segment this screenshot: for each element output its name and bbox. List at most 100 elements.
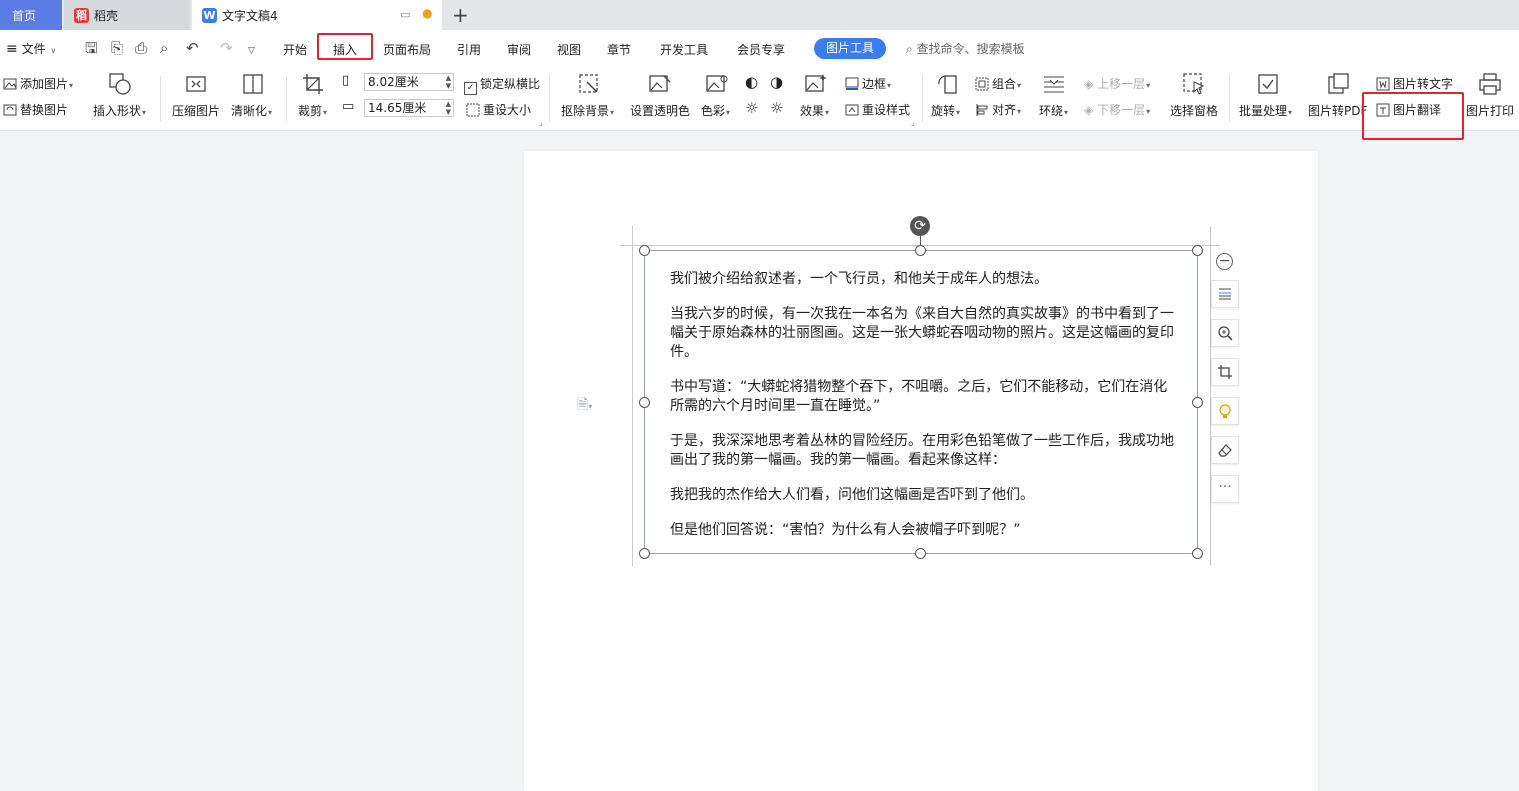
crop-icon[interactable]	[301, 72, 325, 96]
caret-icon: ▾	[1146, 107, 1151, 116]
menu-page-layout[interactable]: 页面布局	[383, 41, 431, 58]
bring-forward-button[interactable]: ◈ 上移一层▾	[1084, 75, 1150, 92]
eraser-button[interactable]	[1211, 436, 1239, 464]
menu-start[interactable]: 开始	[283, 41, 307, 58]
wrap-button[interactable]: 环绕▾	[1039, 102, 1068, 119]
resize-handle-bottom-right[interactable]	[1192, 548, 1203, 559]
caret-icon: ▾	[726, 108, 731, 117]
set-transparent-icon[interactable]	[648, 72, 672, 96]
menu-member[interactable]: 会员专享	[737, 41, 785, 58]
caret-icon: ▾	[142, 108, 147, 117]
tab-home[interactable]: 首页	[0, 0, 62, 30]
command-search[interactable]: ⌕ 查找命令、搜索模板	[906, 40, 1025, 57]
resize-handle-top-left[interactable]	[639, 245, 650, 256]
menu-chapter[interactable]: 章节	[607, 41, 631, 58]
tab-document[interactable]: W 文字文稿4 ▭ ●	[192, 0, 442, 30]
layout-options-icon[interactable]: 🗎▾	[577, 394, 592, 418]
collapse-toolbar-icon[interactable]: −	[1216, 253, 1233, 270]
zoom-picture-button[interactable]	[1211, 319, 1239, 347]
replace-picture-button[interactable]: 替换图片	[3, 101, 68, 118]
rotate-icon[interactable]	[936, 72, 960, 96]
color-button[interactable]: 色彩▾	[701, 102, 730, 119]
menu-reference[interactable]: 引用	[457, 41, 481, 58]
resize-handle-left[interactable]	[639, 397, 650, 408]
compress-picture-icon[interactable]	[184, 72, 208, 96]
export-icon[interactable]: ⎘	[111, 40, 123, 56]
resize-handle-top[interactable]	[915, 245, 926, 256]
set-transparent-button[interactable]: 设置透明色	[630, 102, 690, 119]
picture-tools-tab[interactable]: 图片工具	[814, 38, 886, 59]
resize-handle-top-right[interactable]	[1192, 245, 1203, 256]
decrease-contrast-icon[interactable]: ◑	[770, 73, 783, 91]
picture-to-text-button[interactable]: 图片转文字	[1376, 75, 1453, 92]
wrap-layout-button[interactable]	[1211, 280, 1239, 308]
effects-label: 效果	[800, 104, 825, 118]
select-pane-button[interactable]: 选择窗格	[1170, 102, 1218, 119]
crop-button[interactable]: 裁剪▾	[298, 102, 327, 119]
picture-to-pdf-icon[interactable]	[1326, 72, 1350, 96]
paragraph: 我把我的杰作给大人们看，问他们这幅画是否吓到了他们。	[670, 487, 1034, 503]
menu-view[interactable]: 视图	[557, 41, 581, 58]
resize-handle-bottom-left[interactable]	[639, 548, 650, 559]
stepper-arrows-icon[interactable]: ▲ ▼	[446, 100, 451, 116]
effects-button[interactable]: 效果▾	[800, 102, 829, 119]
group-button[interactable]: 组合▾	[975, 75, 1021, 92]
picture-to-pdf-button[interactable]: 图片转PDF	[1308, 102, 1367, 119]
reset-style-button[interactable]: 重设样式	[845, 101, 910, 118]
border-button[interactable]: 边框▾	[845, 75, 891, 92]
resize-handle-right[interactable]	[1192, 397, 1203, 408]
paragraph: 但是他们回答说：“害怕？为什么有人会被帽子吓到呢？”	[670, 522, 1021, 538]
rotate-button[interactable]: 旋转▾	[931, 102, 960, 119]
wrap-text-icon[interactable]	[1042, 72, 1066, 96]
unsaved-dot-icon: ●	[422, 6, 433, 20]
quick-crop-button[interactable]	[1211, 358, 1239, 386]
more-options-icon[interactable]: ···	[1211, 475, 1239, 503]
menu-review[interactable]: 审阅	[507, 41, 531, 58]
rotate-label: 旋转	[931, 104, 956, 118]
screen-icon[interactable]: ▭	[400, 8, 410, 21]
file-menu-label: 文件	[21, 42, 46, 56]
add-picture-button[interactable]: 添加图片▾	[3, 75, 73, 92]
remove-background-icon[interactable]	[577, 72, 601, 96]
send-backward-button[interactable]: ◈ 下移一层▾	[1084, 101, 1150, 118]
redo-icon[interactable]: ↷	[220, 40, 233, 56]
border-icon	[845, 77, 859, 90]
decrease-brightness-icon[interactable]: ☼	[770, 99, 783, 117]
select-pane-icon[interactable]	[1182, 72, 1206, 96]
picture-to-text-label: 图片转文字	[1393, 77, 1454, 91]
picture-print-button[interactable]: 图片打印	[1466, 102, 1514, 119]
rotate-handle-icon[interactable]: ⟳	[910, 216, 930, 236]
insert-shape-button[interactable]: 插入形状▾	[93, 102, 146, 119]
width-input[interactable]: 8.02厘米 ▲ ▼	[364, 73, 454, 91]
batch-process-icon[interactable]	[1256, 72, 1280, 96]
sharpen-button[interactable]: 清晰化▾	[231, 102, 272, 119]
smart-tip-button[interactable]	[1211, 397, 1239, 425]
print-icon[interactable]: ⎙	[135, 40, 147, 56]
tab-daoke[interactable]: 稻 稻壳	[64, 0, 190, 30]
new-tab-button[interactable]: +	[452, 3, 469, 27]
style-dialog-launcher-icon[interactable]: ⌟	[911, 118, 915, 127]
sharpen-icon[interactable]	[241, 72, 265, 96]
picture-print-icon[interactable]	[1478, 72, 1502, 96]
insert-shape-icon[interactable]	[108, 72, 132, 96]
quick-access-dropdown-icon[interactable]: ▽	[248, 43, 255, 59]
increase-contrast-icon[interactable]: ◐	[745, 73, 758, 91]
lock-ratio-checkbox[interactable]: ✓ 锁定纵横比	[464, 75, 540, 95]
remove-background-button[interactable]: 抠除背景▾	[561, 102, 614, 119]
stepper-arrows-icon[interactable]: ▲ ▼	[446, 74, 451, 90]
print-preview-icon[interactable]: ⌕	[160, 40, 168, 56]
increase-brightness-icon[interactable]: ☼	[745, 99, 758, 117]
compress-picture-button[interactable]: 压缩图片	[172, 102, 220, 119]
batch-process-button[interactable]: 批量处理▾	[1239, 102, 1292, 119]
file-menu[interactable]: ≡ 文件 ∨	[6, 40, 56, 57]
caret-icon: ▾	[610, 108, 615, 117]
effects-icon[interactable]	[804, 72, 828, 96]
menu-developer[interactable]: 开发工具	[660, 41, 708, 58]
save-icon[interactable]: 🖫	[85, 40, 98, 56]
align-button[interactable]: 对齐▾	[975, 101, 1021, 118]
reset-size-button[interactable]: 重设大小	[466, 101, 531, 118]
height-input[interactable]: 14.65厘米 ▲ ▼	[364, 99, 454, 117]
color-icon[interactable]	[705, 72, 729, 96]
size-dialog-launcher-icon[interactable]: ⌟	[539, 118, 543, 127]
undo-icon[interactable]: ↶	[186, 40, 199, 56]
